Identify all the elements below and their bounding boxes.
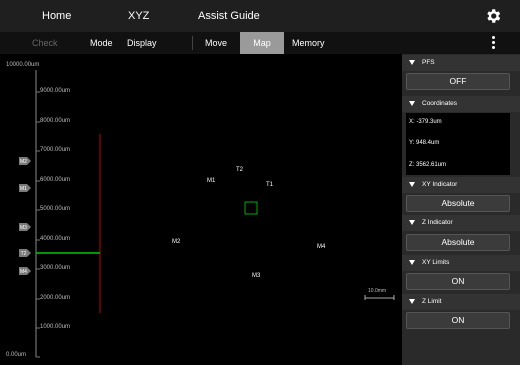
collapse-triangle-icon: [409, 101, 415, 106]
settings-panel: PFS OFF Coordinates X: -379.3um Y: 948.4…: [402, 54, 520, 365]
map-point-t2[interactable]: T2: [236, 167, 243, 173]
xy-indicator-button[interactable]: Absolute: [406, 195, 510, 212]
subnav-map[interactable]: Map: [240, 32, 284, 54]
tab-xyz[interactable]: XYZ: [128, 0, 149, 32]
svg-text:M1: M1: [20, 186, 27, 192]
svg-text:M4: M4: [20, 269, 27, 275]
xy-indicator-section-header[interactable]: XY Indicator: [402, 177, 520, 193]
subnav-move[interactable]: Move: [205, 32, 227, 54]
z-indicator-button[interactable]: Absolute: [406, 234, 510, 251]
tab-assist-guide[interactable]: Assist Guide: [198, 0, 260, 32]
collapse-triangle-icon: [409, 182, 415, 187]
map-point-t1[interactable]: T1: [266, 182, 273, 188]
pfs-section-header[interactable]: PFS: [402, 55, 520, 71]
z-marker-m4[interactable]: M4: [18, 266, 32, 276]
z-indicator-section-header[interactable]: Z Indicator: [402, 215, 520, 231]
z-limit-button[interactable]: ON: [406, 312, 510, 329]
scale-bar-label: 10.0mm: [368, 288, 387, 294]
subnav-divider: [192, 36, 193, 50]
svg-text:T2: T2: [21, 251, 27, 257]
z-marker-t2[interactable]: T2: [18, 248, 32, 258]
gear-icon[interactable]: [484, 7, 502, 25]
map-point-m1[interactable]: M1: [207, 178, 215, 184]
z-marker-m2[interactable]: M2: [18, 156, 32, 166]
xy-limits-button[interactable]: ON: [406, 273, 510, 290]
coord-z: Z: 3562.61um: [409, 162, 447, 168]
map-canvas: [35, 70, 395, 358]
pfs-toggle-button[interactable]: OFF: [406, 73, 510, 90]
xy-map[interactable]: 10000.00um 9000.00um 8000.00um 7000.00um…: [0, 54, 402, 365]
collapse-triangle-icon: [409, 299, 415, 304]
coord-y: Y: 948.4um: [409, 140, 440, 146]
z-marker-m3[interactable]: M3: [18, 222, 32, 232]
subnav-mode[interactable]: Mode: [90, 32, 113, 54]
map-point-m3[interactable]: M3: [252, 273, 260, 279]
collapse-triangle-icon: [409, 220, 415, 225]
map-point-m2[interactable]: M2: [172, 239, 180, 245]
collapse-triangle-icon: [409, 60, 415, 65]
top-nav: Home XYZ Assist Guide: [0, 0, 520, 32]
sub-nav: Check Mode Display Move Map Memory: [0, 32, 520, 54]
subnav-display[interactable]: Display: [127, 32, 157, 54]
xy-limits-section-header[interactable]: XY Limits: [402, 255, 520, 271]
svg-text:M3: M3: [20, 225, 27, 231]
coordinates-readout: X: -379.3um Y: 948.4um Z: 3562.61um: [406, 113, 510, 175]
tab-home[interactable]: Home: [42, 0, 71, 32]
collapse-triangle-icon: [409, 260, 415, 265]
coord-x: X: -379.3um: [409, 119, 442, 125]
more-menu-icon[interactable]: [492, 36, 496, 50]
coordinates-section-header[interactable]: Coordinates: [402, 96, 520, 112]
z-limit-section-header[interactable]: Z Limit: [402, 294, 520, 310]
map-point-m4[interactable]: M4: [317, 244, 325, 250]
subnav-memory[interactable]: Memory: [292, 32, 325, 54]
z-marker-m1[interactable]: M1: [18, 183, 32, 193]
z-scale-ticks: [36, 91, 40, 358]
subnav-check[interactable]: Check: [32, 32, 58, 54]
svg-text:M2: M2: [20, 159, 27, 165]
